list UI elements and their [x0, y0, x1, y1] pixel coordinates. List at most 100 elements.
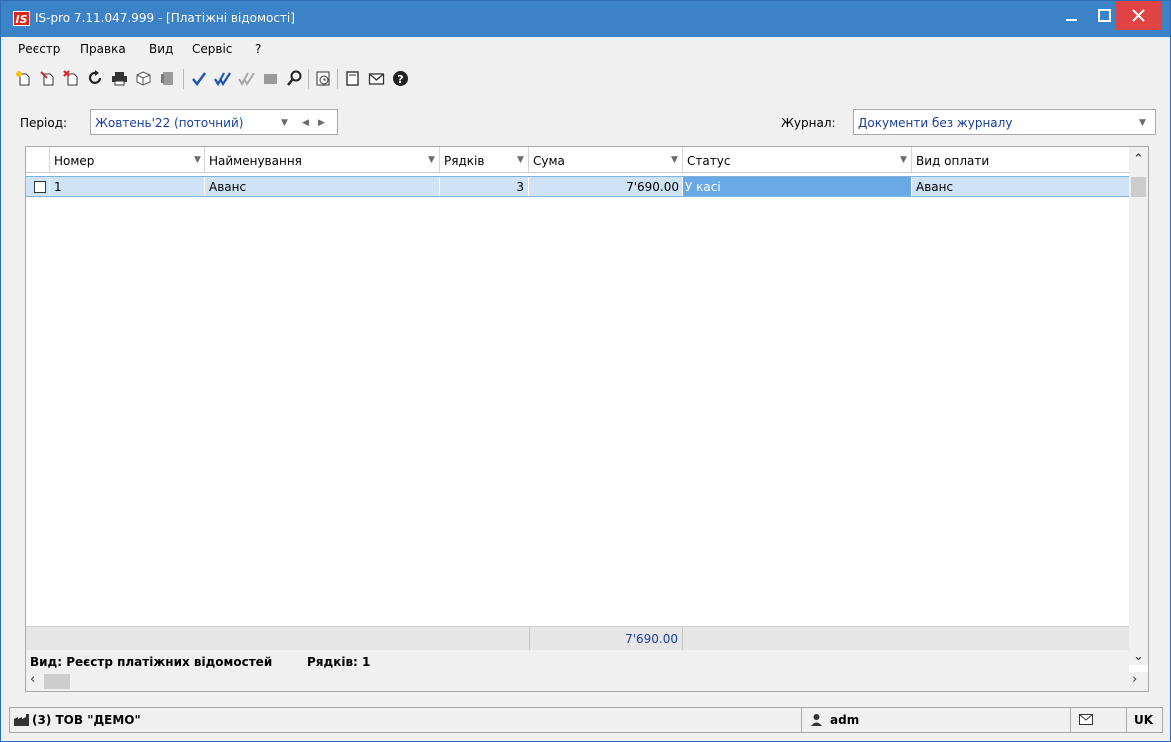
scrollbar-thumb[interactable] — [1131, 177, 1146, 197]
chevron-down-icon[interactable]: ⌄ — [1133, 649, 1144, 664]
refresh-button[interactable] — [85, 68, 106, 89]
column-header-sum[interactable]: Сума ▼ — [529, 147, 683, 173]
cell-sum: 7'690.00 — [529, 177, 683, 196]
uncheck-button[interactable] — [236, 68, 257, 89]
delete-doc-icon — [63, 70, 78, 86]
close-icon — [1132, 9, 1145, 22]
user-icon — [811, 714, 822, 726]
svg-text:?: ? — [397, 73, 403, 86]
header-checkbox-cell — [26, 147, 50, 173]
period-value: Жовтень'22 (поточний) — [95, 116, 244, 130]
toolbar: ? — [11, 63, 1161, 95]
menu-bar: Реєстр Правка Вид Сервіс ? — [1, 37, 1170, 61]
grid-info-line: Вид: Реєстр платіжних відомостей Рядків:… — [26, 650, 1129, 672]
menu-view[interactable]: Вид — [149, 42, 173, 56]
menu-service[interactable]: Сервіс — [192, 42, 232, 56]
check-icon — [192, 72, 207, 87]
period-selector[interactable]: Жовтень'22 (поточний) ▼ ◀ ▶ — [90, 109, 338, 135]
double-check-button[interactable] — [212, 68, 233, 89]
help-button[interactable]: ? — [390, 68, 411, 89]
menu-edit[interactable]: Правка — [80, 42, 126, 56]
print-button[interactable] — [109, 68, 130, 89]
mail-icon — [1079, 714, 1093, 725]
cell-status: У касі — [683, 177, 912, 196]
toolbar-separator — [308, 69, 309, 89]
cell-payment-type: Аванс — [916, 180, 954, 194]
vertical-scrollbar[interactable]: ⌃ ⌄ — [1129, 147, 1148, 665]
delete-doc-button[interactable] — [61, 68, 82, 89]
period-label: Період: — [20, 116, 68, 130]
cell-name: Аванс — [205, 177, 440, 196]
cell-number: 1 — [50, 177, 205, 196]
block-button[interactable] — [260, 68, 281, 89]
form-icon — [346, 71, 359, 86]
mail-icon — [368, 73, 385, 85]
column-header-payment-type[interactable]: Вид оплати — [912, 147, 1129, 173]
filter-dropdown-icon[interactable]: ▼ — [194, 155, 201, 165]
column-header-rows[interactable]: Рядків ▼ — [440, 147, 529, 173]
help-icon: ? — [393, 71, 408, 86]
refresh-icon — [88, 70, 102, 84]
factory-icon — [14, 714, 29, 726]
status-mail[interactable] — [1071, 708, 1127, 732]
block-icon — [264, 74, 277, 84]
chevron-left-icon[interactable]: ‹ — [30, 672, 35, 687]
journal-selector[interactable]: Документи без журналу ▼ — [853, 109, 1156, 135]
column-header-status[interactable]: Статус ▼ — [683, 147, 912, 173]
chevron-up-icon[interactable]: ⌃ — [1133, 152, 1144, 167]
menu-registry[interactable]: Реєстр — [18, 42, 60, 56]
column-header-name[interactable]: Найменування ▼ — [205, 147, 440, 173]
stamp-button[interactable] — [157, 68, 178, 89]
app-logo-icon: IS — [13, 11, 30, 26]
app-window: IS IS-pro 7.11.047.999 - [Платіжні відом… — [0, 0, 1171, 742]
menu-help[interactable]: ? — [255, 42, 261, 56]
status-user[interactable]: adm — [802, 708, 1071, 732]
filter-dropdown-icon[interactable]: ▼ — [517, 155, 524, 165]
chevron-right-icon[interactable]: ▶ — [318, 118, 328, 128]
double-check-icon — [214, 72, 231, 87]
check-button[interactable] — [188, 68, 209, 89]
edit-doc-button[interactable] — [37, 68, 58, 89]
chevron-down-icon[interactable]: ▼ — [1139, 118, 1149, 128]
toolbar-separator — [183, 69, 184, 89]
mail-button[interactable] — [366, 68, 387, 89]
print-icon — [112, 72, 127, 86]
filter-dropdown-icon[interactable]: ▼ — [671, 155, 678, 165]
toolbar-separator — [337, 69, 338, 89]
history-button[interactable] — [313, 68, 334, 89]
filter-dropdown-icon[interactable]: ▼ — [428, 155, 435, 165]
chevron-down-icon[interactable]: ▼ — [281, 118, 291, 128]
export-button[interactable] — [133, 68, 154, 89]
history-icon — [316, 71, 330, 86]
grid-totals-row: 7'690.00 — [26, 626, 1129, 651]
view-label: Вид: Реєстр платіжних відомостей — [30, 655, 273, 669]
horizontal-scrollbar[interactable]: ‹ › — [26, 672, 1148, 691]
status-bar: (3) ТОВ "ДЕМО" adm UK — [9, 707, 1163, 733]
chevron-right-icon[interactable]: › — [1132, 672, 1137, 687]
grid-header: Номер ▼ Найменування ▼ Рядків ▼ Сума ▼ С… — [26, 147, 1129, 173]
cell-rows-count: 3 — [440, 177, 529, 196]
close-button[interactable] — [1116, 1, 1161, 30]
filter-dropdown-icon[interactable]: ▼ — [900, 155, 907, 165]
row-checkbox[interactable] — [34, 181, 46, 193]
status-company[interactable]: (3) ТОВ "ДЕМО" — [10, 708, 802, 732]
journal-value: Документи без журналу — [858, 116, 1013, 130]
table-row[interactable]: 1 Аванс 3 7'690.00 У касі Аванс — [26, 176, 1129, 197]
scrollbar-thumb[interactable] — [44, 674, 70, 689]
row-checkbox-cell — [26, 177, 50, 196]
title-bar[interactable]: IS IS-pro 7.11.047.999 - [Платіжні відом… — [1, 1, 1170, 37]
journal-label: Журнал: — [781, 116, 836, 130]
total-sum: 7'690.00 — [529, 627, 683, 651]
new-doc-button[interactable] — [13, 68, 34, 89]
status-language[interactable]: UK — [1127, 708, 1162, 732]
column-header-number[interactable]: Номер ▼ — [50, 147, 205, 173]
form-button[interactable] — [342, 68, 363, 89]
search-icon — [287, 70, 302, 86]
new-doc-icon — [16, 71, 30, 86]
chevron-left-icon[interactable]: ◀ — [302, 118, 312, 128]
window-title: IS-pro 7.11.047.999 - [Платіжні відомост… — [35, 11, 295, 25]
uncheck-icon — [238, 72, 255, 87]
search-button[interactable] — [284, 68, 305, 89]
documents-grid: Номер ▼ Найменування ▼ Рядків ▼ Сума ▼ С… — [25, 146, 1149, 692]
export-icon — [136, 71, 151, 86]
